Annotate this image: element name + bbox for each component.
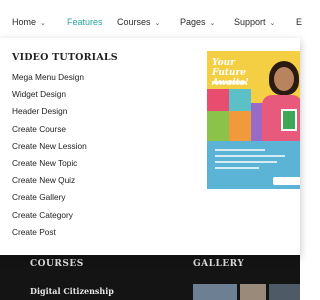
menu-item-header-design[interactable]: Header Design: [12, 106, 87, 123]
chevron-down-icon: ⌄: [40, 20, 46, 27]
footer-gallery-heading: GALLERY: [193, 259, 245, 269]
nav-item-label: Support: [234, 17, 266, 27]
menu-item-create-new-topic[interactable]: Create New Topic: [12, 158, 87, 175]
menu-item-create-post[interactable]: Create Post: [12, 227, 87, 244]
chevron-down-icon: ⌄: [154, 20, 161, 27]
books-icon: [281, 109, 297, 131]
decor-square: [229, 111, 251, 141]
nav-item-label: Pages: [180, 17, 206, 27]
promo-text-line: [215, 167, 259, 169]
nav-item-label: Features: [67, 17, 103, 27]
footer-courses-heading: COURSES: [30, 259, 84, 269]
promo-banner-image[interactable]: Your Future Awaits!: [207, 51, 300, 189]
footer-course-link[interactable]: Digital Citizenship: [30, 286, 114, 296]
nav-item-home[interactable]: Home ⌄: [12, 17, 46, 27]
tutorial-list: Mega Menu Design Widget Design Header De…: [12, 72, 87, 244]
gallery-thumbnail[interactable]: [193, 284, 237, 300]
promo-banner-bottom: [207, 141, 300, 189]
promo-banner-top: Your Future Awaits!: [207, 51, 300, 141]
nav-item-pages[interactable]: Pages ⌄: [180, 17, 215, 27]
decor-square: [207, 89, 229, 111]
menu-item-create-new-lession[interactable]: Create New Lession: [12, 141, 87, 158]
promo-input-field: [273, 177, 300, 185]
student-face: [274, 67, 294, 91]
menu-item-create-gallery[interactable]: Create Gallery: [12, 192, 87, 209]
decor-square: [207, 111, 229, 141]
promo-subtitle-bar: [212, 81, 246, 84]
menu-item-create-category[interactable]: Create Category: [12, 210, 87, 227]
nav-item-label: Courses: [117, 17, 151, 27]
menu-item-mega-menu-design[interactable]: Mega Menu Design: [12, 72, 87, 89]
decor-square: [229, 89, 251, 111]
nav-item-support[interactable]: Support ⌄: [234, 17, 275, 27]
promo-text-line: [215, 149, 265, 151]
nav-item-label: E: [296, 17, 303, 27]
promo-text-line: [215, 155, 285, 157]
chevron-down-icon: ⌄: [209, 20, 216, 27]
menu-item-create-new-quiz[interactable]: Create New Quiz: [12, 175, 87, 192]
nav-item-label: Home: [12, 17, 37, 27]
nav-item-features[interactable]: Features: [67, 17, 103, 27]
nav-item-courses[interactable]: Courses ⌄: [117, 17, 160, 27]
menu-item-widget-design[interactable]: Widget Design: [12, 89, 87, 106]
chevron-down-icon: ⌄: [269, 20, 276, 27]
nav-item-extra[interactable]: E: [296, 17, 302, 27]
gallery-thumbnail[interactable]: [269, 284, 300, 300]
menu-item-create-course[interactable]: Create Course: [12, 124, 87, 141]
mega-menu-heading: VIDEO TUTORIALS: [12, 52, 118, 63]
mega-menu-panel: VIDEO TUTORIALS Mega Menu Design Widget …: [0, 38, 300, 255]
gallery-thumbnail[interactable]: [240, 284, 266, 300]
promo-text-line: [215, 161, 277, 163]
